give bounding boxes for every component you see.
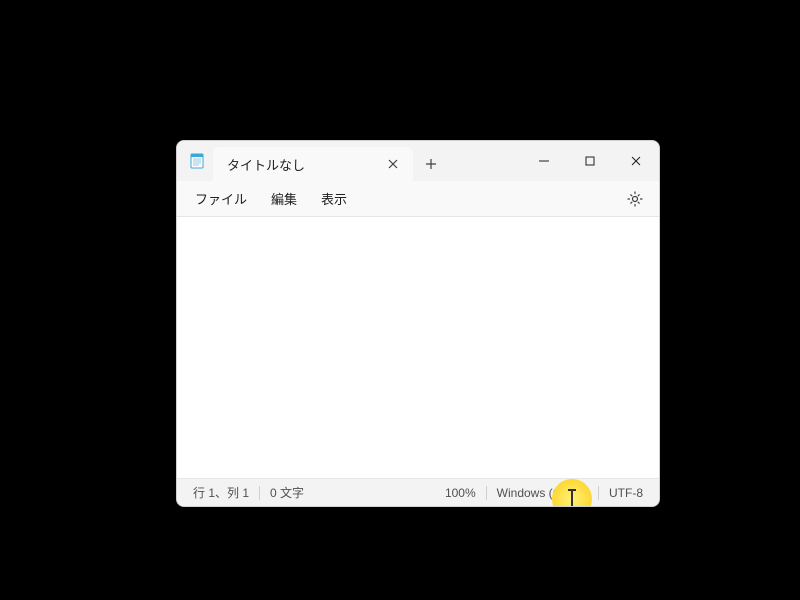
text-editor[interactable]	[177, 217, 659, 478]
window-close-button[interactable]	[613, 141, 659, 181]
settings-button[interactable]	[619, 183, 651, 215]
notepad-icon	[189, 153, 205, 169]
tab-title: タイトルなし	[227, 155, 381, 174]
app-icon	[177, 141, 209, 181]
status-zoom[interactable]: 100%	[435, 486, 486, 500]
menu-view[interactable]: 表示	[311, 183, 357, 214]
window-controls	[521, 141, 659, 181]
status-char-count: 0 文字	[260, 484, 314, 501]
new-tab-button[interactable]	[413, 147, 449, 181]
menu-edit[interactable]: 編集	[261, 183, 307, 214]
tab-close-button[interactable]	[381, 152, 405, 176]
tab-active[interactable]: タイトルなし	[213, 147, 413, 181]
status-encoding[interactable]: UTF-8	[599, 486, 653, 500]
status-line-ending[interactable]: Windows (CRLF)	[487, 486, 598, 500]
notepad-window: タイトルなし	[176, 140, 660, 507]
maximize-button[interactable]	[567, 141, 613, 181]
status-position: 行 1、列 1	[183, 484, 259, 501]
close-icon	[631, 156, 641, 166]
maximize-icon	[585, 156, 595, 166]
gear-icon	[627, 191, 643, 207]
titlebar[interactable]: タイトルなし	[177, 141, 659, 181]
statusbar: 行 1、列 1 0 文字 100% Windows (CRLF) UTF-8	[177, 478, 659, 506]
menu-file[interactable]: ファイル	[185, 183, 257, 214]
minimize-icon	[539, 156, 549, 166]
menubar: ファイル 編集 表示	[177, 181, 659, 217]
plus-icon	[425, 158, 437, 170]
close-icon	[388, 159, 398, 169]
minimize-button[interactable]	[521, 141, 567, 181]
